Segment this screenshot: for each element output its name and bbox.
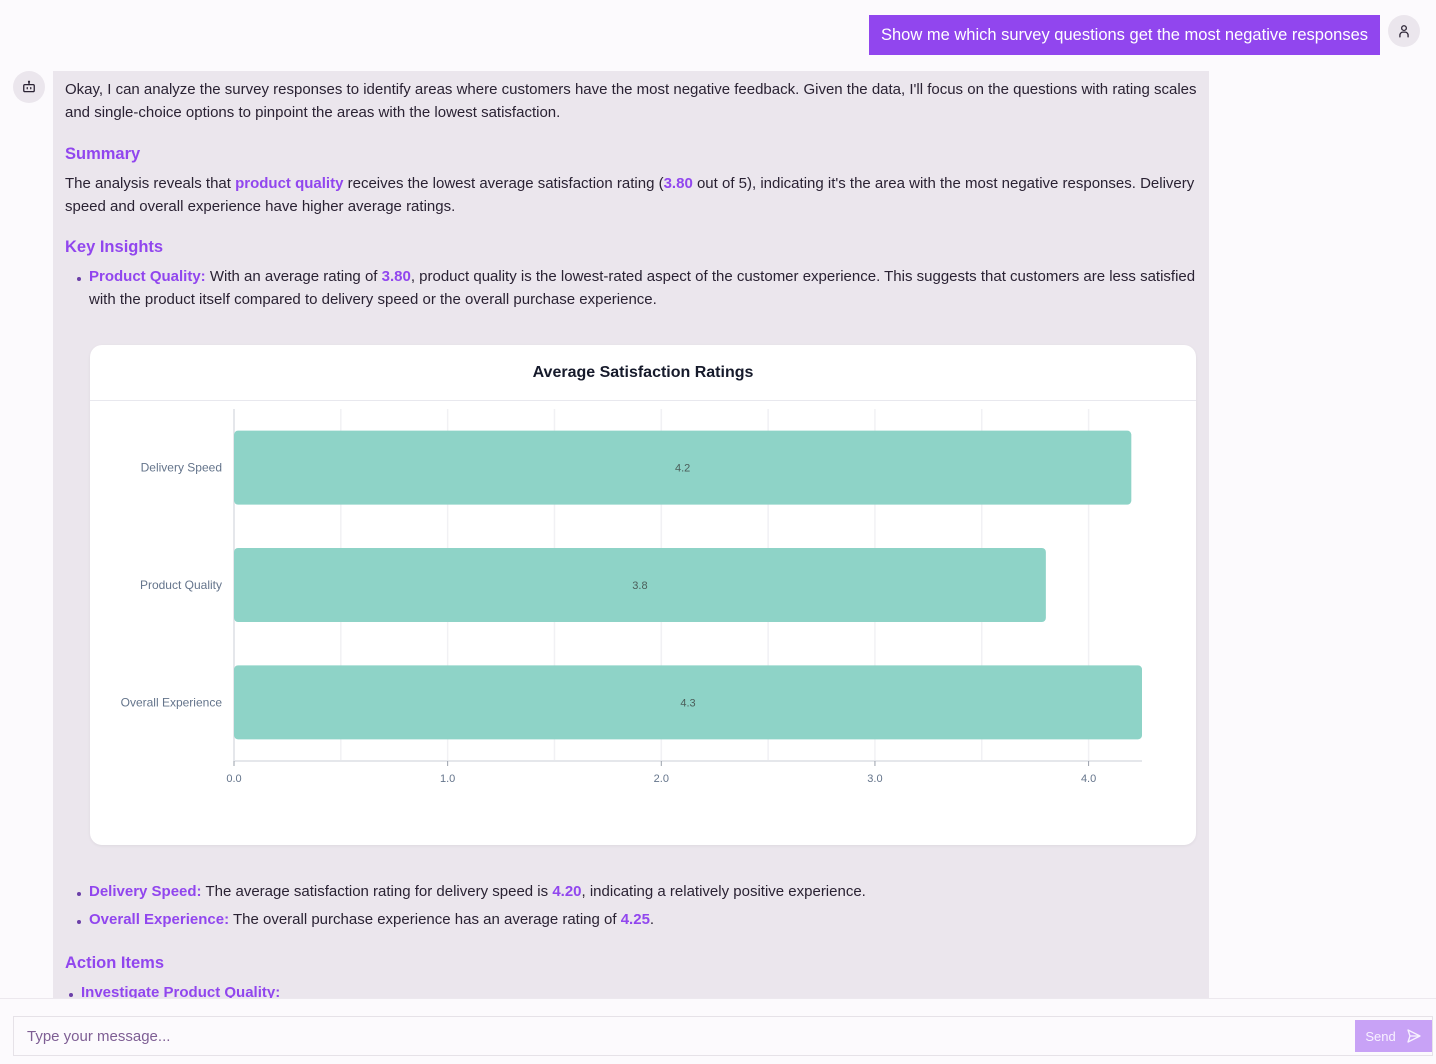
- bot-avatar: [13, 71, 45, 103]
- insight-text: With an average rating of: [205, 268, 382, 285]
- bot-icon: [23, 80, 35, 93]
- key-insights-heading: Key Insights: [65, 238, 164, 256]
- insight-value: 4.25: [620, 911, 650, 928]
- assistant-message: Okay, I can analyze the survey responses…: [53, 71, 1209, 998]
- send-icon: [1407, 1029, 1421, 1043]
- assistant-intro: Okay, I can analyze the survey responses…: [65, 81, 1197, 121]
- action-item: Investigate Product Quality:: [69, 982, 1187, 998]
- summary-text-part: The analysis reveals that: [65, 175, 236, 192]
- user-message: Show me which survey questions get the m…: [868, 15, 1380, 55]
- x-tick-label: 3.0: [867, 773, 882, 785]
- user-message-row: Show me which survey questions get the m…: [868, 15, 1420, 55]
- message-input-wrapper: Send: [13, 1016, 1433, 1056]
- insight-value: 3.80: [381, 268, 411, 285]
- insight-label: Delivery Speed:: [89, 883, 202, 900]
- summary-highlight-topic: product quality: [235, 175, 344, 192]
- bar-chart: 4.2 Delivery Speed 3.8 Product Quality 4.3 Ov…: [121, 409, 1142, 785]
- insight-item: Delivery Speed: The average satisfaction…: [77, 881, 1195, 904]
- send-label: Send: [1365, 1028, 1396, 1044]
- insight-label: Product Quality:: [89, 268, 206, 285]
- summary-text-part: receives the lowest average satisfaction…: [343, 175, 664, 192]
- chat-scroll-area[interactable]: Show me which survey questions get the m…: [0, 0, 1436, 998]
- insight-item: Overall Experience: The overall purchase…: [77, 909, 1195, 932]
- insight-text: The average satisfaction rating for deli…: [201, 883, 553, 900]
- bar-data-label: 4.2: [675, 463, 690, 475]
- composer: Send: [0, 998, 1436, 1064]
- x-tick-label: 0.0: [226, 773, 241, 785]
- insight-value: 4.20: [552, 883, 582, 900]
- action-item-label: Investigate Product Quality:: [81, 984, 281, 998]
- send-button[interactable]: Send: [1355, 1020, 1432, 1052]
- insight-label: Overall Experience:: [89, 911, 230, 928]
- insight-text: .: [649, 911, 655, 928]
- y-tick-label: Delivery Speed: [141, 461, 222, 475]
- user-avatar: [1388, 15, 1420, 47]
- insight-text: The overall purchase experience has an a…: [229, 911, 621, 928]
- message-input[interactable]: [14, 1017, 1352, 1055]
- bar-data-label: 4.3: [680, 697, 695, 709]
- insights-list-continued: Delivery Speed: The average satisfaction…: [65, 881, 1195, 932]
- insights-list: Product Quality: With an average rating …: [65, 266, 1197, 311]
- insight-text: , indicating a relatively positive exper…: [581, 883, 866, 900]
- user-icon: [1399, 25, 1409, 38]
- summary-heading: Summary: [65, 145, 141, 163]
- x-tick-label: 1.0: [440, 773, 455, 785]
- action-items-heading: Action Items: [65, 954, 165, 972]
- summary-text: The analysis reveals that product qualit…: [65, 173, 1197, 218]
- x-tick-label: 2.0: [654, 773, 669, 785]
- x-tick-label: 4.0: [1081, 773, 1096, 785]
- chart-card: Average Satisfaction Ratings 4.2 Delivery…: [90, 345, 1196, 845]
- y-tick-label: Overall Experience: [121, 695, 223, 709]
- y-tick-label: Product Quality: [140, 578, 222, 592]
- bar-data-label: 3.8: [632, 580, 647, 592]
- action-items-list: Investigate Product Quality:: [57, 982, 1187, 998]
- summary-highlight-value: 3.80: [663, 175, 693, 192]
- insight-item: Product Quality: With an average rating …: [77, 266, 1197, 311]
